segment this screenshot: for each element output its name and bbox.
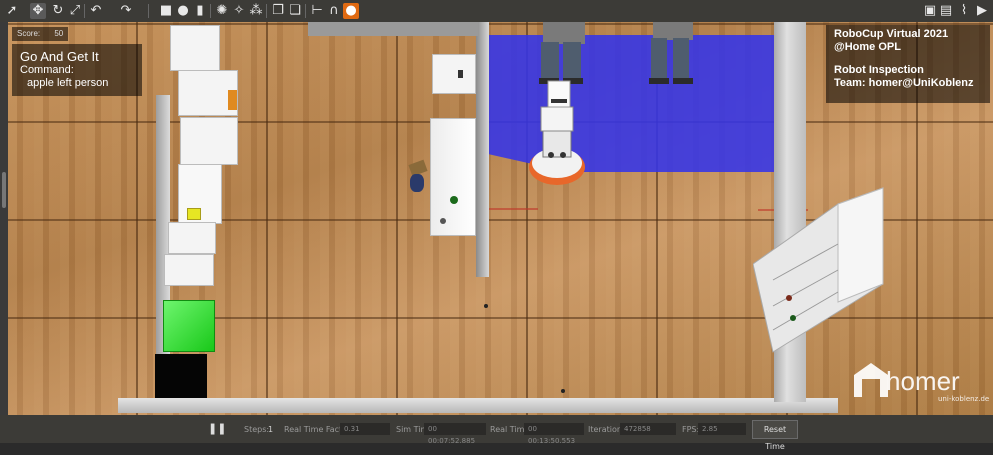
toolbar-separator [266, 4, 267, 18]
toolbar-separator [305, 4, 306, 18]
paste-icon[interactable]: ❏ [287, 3, 303, 19]
floor-object [561, 389, 565, 393]
steps-label: Steps: [244, 425, 270, 434]
robot-model [529, 80, 585, 185]
top-room-wall [308, 22, 478, 36]
directional-light-icon[interactable]: ⁂ [248, 3, 264, 19]
command-text: apple left person [27, 77, 109, 89]
black-box [155, 354, 207, 398]
floor-object [484, 304, 488, 308]
screenshot-icon[interactable]: ▣ [922, 3, 938, 19]
real-time-value: 00 00:13:50.553 [524, 423, 584, 445]
table-object [440, 218, 446, 224]
panel-grip-icon[interactable] [2, 172, 6, 208]
select-arrow-icon[interactable]: ➚ [4, 3, 20, 19]
scale-icon[interactable]: ⤢ [67, 3, 83, 19]
center-partition-wall [476, 22, 489, 277]
align-icon[interactable]: ⊢ [309, 3, 325, 19]
pause-icon[interactable]: ❚❚ [208, 422, 226, 436]
simulation-viewport[interactable]: Score: 50 Go And Get It Command: apple l… [8, 22, 993, 415]
apple-object [450, 196, 458, 204]
logo-subtext: uni-koblenz.de [938, 395, 990, 403]
sphere-shape-icon[interactable]: ● [175, 3, 191, 19]
info-line-1: RoboCup Virtual 2021 [834, 28, 949, 40]
plot-icon[interactable]: ⌇ [956, 3, 972, 19]
fps-value: 2.85 [698, 423, 746, 435]
point-light-icon[interactable]: ✺ [214, 3, 230, 19]
toolbar-separator [148, 4, 149, 18]
shelf-object [228, 90, 237, 110]
info-panel: RoboCup Virtual 2021 @Home OPL Robot Ins… [826, 25, 990, 103]
top-toolbar: ➚ ✥ ↻ ⤢ ↶ ↷ ■ ● ▮ ✺ ✧ ⁂ ❐ ❏ ⊢ ∩ ● ▣ ▤ ⌇ … [0, 0, 993, 23]
small-table [432, 54, 476, 94]
yellow-box-object [187, 208, 201, 220]
shelf-unit [168, 222, 216, 254]
real-time-factor-value: 0.31 [340, 423, 390, 435]
homer-logo: homer uni-koblenz.de [850, 355, 990, 413]
left-panel-handle[interactable] [0, 22, 8, 415]
table-object [458, 70, 463, 78]
cylinder-shape-icon[interactable]: ▮ [192, 3, 208, 19]
command-label: Command: [20, 64, 74, 76]
right-bookshelf [753, 187, 884, 353]
status-bar: ❚❚ Steps: 1 Real Time Factor: 0.31 Sim T… [0, 415, 993, 451]
house-logo-icon [854, 363, 888, 397]
snap-icon[interactable]: ∩ [326, 3, 342, 19]
sim-time-value: 00 00:07:52.885 [424, 423, 486, 445]
box-shape-icon[interactable]: ■ [158, 3, 174, 19]
video-icon[interactable]: ▶ [974, 3, 990, 19]
green-box [163, 300, 215, 352]
undo-icon[interactable]: ↶ [88, 3, 104, 19]
spot-light-icon[interactable]: ✧ [231, 3, 247, 19]
info-line-2: @Home OPL [834, 41, 901, 53]
score-panel: Score: 50 [12, 27, 68, 41]
rotate-icon[interactable]: ↻ [50, 3, 66, 19]
task-title: Go And Get It [20, 49, 99, 64]
info-line-3: Robot Inspection [834, 64, 924, 76]
bottom-room-wall [118, 398, 838, 413]
score-label: Score: [17, 29, 41, 38]
info-line-4: Team: homer@UniKoblenz [834, 77, 974, 89]
shelf-unit [164, 254, 214, 286]
person-figure [410, 174, 424, 192]
task-panel: Go And Get It Command: apple left person [12, 44, 142, 96]
iterations-value: 472858 [620, 423, 676, 435]
shelf-unit [180, 117, 238, 165]
logo-text: homer [886, 366, 960, 396]
redo-icon[interactable]: ↷ [118, 3, 134, 19]
fps-label: FPS: [682, 425, 700, 434]
translate-icon[interactable]: ✥ [30, 3, 46, 19]
shelf-unit [170, 25, 220, 71]
toolbar-separator [210, 4, 211, 18]
long-table [430, 118, 476, 236]
score-value: 50 [54, 29, 64, 38]
record-icon[interactable]: ● [343, 3, 359, 19]
reset-time-button[interactable]: Reset Time [752, 420, 798, 451]
copy-icon[interactable]: ❐ [270, 3, 286, 19]
toolbar-separator [84, 4, 85, 18]
log-icon[interactable]: ▤ [938, 3, 954, 19]
steps-value[interactable]: 1 [268, 425, 273, 434]
